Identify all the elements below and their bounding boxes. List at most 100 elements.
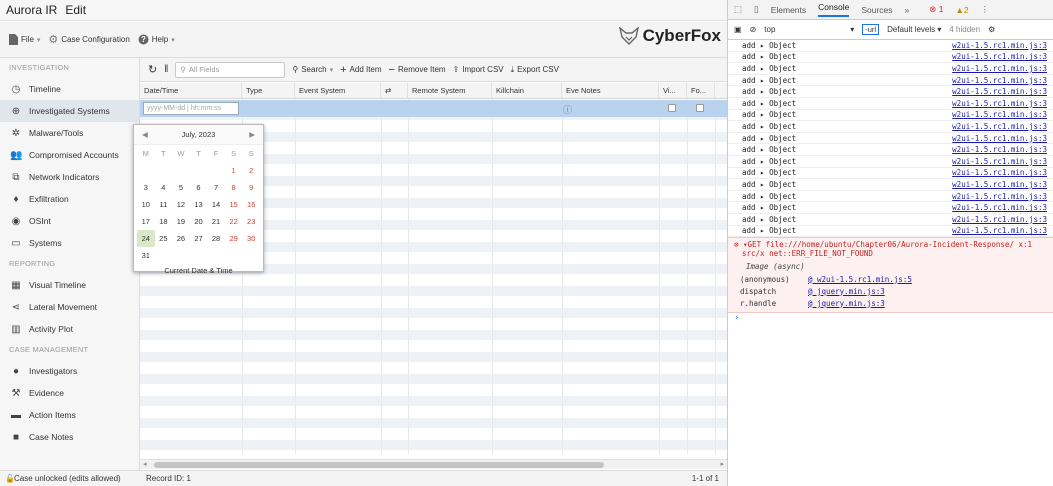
table-row[interactable]: [140, 440, 727, 451]
console-log-row[interactable]: add ▸ Object w2ui-1.5.rc1.min.js:3: [728, 156, 1053, 168]
sidebar-item-visual-timeline[interactable]: ▦ Visual Timeline: [0, 274, 139, 296]
console-log-row[interactable]: add ▸ Object w2ui-1.5.rc1.min.js:3: [728, 86, 1053, 98]
calendar-day[interactable]: 3: [137, 179, 155, 196]
calendar-day[interactable]: 12: [172, 196, 190, 213]
column-killchain[interactable]: Killchain: [492, 83, 562, 99]
calendar-day[interactable]: 27: [190, 230, 208, 247]
calendar-day[interactable]: 2: [242, 162, 260, 179]
log-source-link[interactable]: w2ui-1.5.rc1.min.js:3: [952, 226, 1047, 235]
scroll-left-icon[interactable]: ◂: [143, 460, 147, 468]
calendar-day[interactable]: 22: [225, 213, 243, 230]
sidebar-item-lateral-movement[interactable]: ⋖ Lateral Movement: [0, 296, 139, 318]
calendar-day[interactable]: 23: [242, 213, 260, 230]
log-source-link[interactable]: w2ui-1.5.rc1.min.js:3: [952, 145, 1047, 154]
console-log-row[interactable]: add ▸ Object w2ui-1.5.rc1.min.js:3: [728, 98, 1053, 110]
log-source-link[interactable]: w2ui-1.5.rc1.min.js:3: [952, 99, 1047, 108]
info-icon[interactable]: ⓘ: [563, 103, 572, 116]
export-csv-button[interactable]: ⤓ Export CSV: [511, 65, 559, 75]
date-time-input[interactable]: yyyy-MM-dd | hh:mm:ss: [143, 102, 239, 115]
console-log-row[interactable]: add ▸ Object w2ui-1.5.rc1.min.js:3: [728, 75, 1053, 87]
search-button[interactable]: ⚲ Search ▾: [292, 65, 333, 74]
menu-edit[interactable]: Edit: [65, 3, 86, 17]
next-month-icon[interactable]: ▶: [249, 130, 255, 139]
calendar-day[interactable]: 26: [172, 230, 190, 247]
column-remote-system[interactable]: Remote System: [408, 83, 492, 99]
calendar-day[interactable]: 1: [225, 162, 243, 179]
calendar-day[interactable]: 19: [172, 213, 190, 230]
follow-up-checkbox[interactable]: [696, 104, 704, 112]
console-log-row[interactable]: add ▸ Object w2ui-1.5.rc1.min.js:3: [728, 40, 1053, 52]
log-source-link[interactable]: w2ui-1.5.rc1.min.js:3: [952, 134, 1047, 143]
table-row[interactable]: [140, 297, 727, 308]
table-row[interactable]: [140, 330, 727, 341]
sidebar-item-case-notes[interactable]: ■ Case Notes: [0, 426, 139, 448]
log-source-link[interactable]: w2ui-1.5.rc1.min.js:3: [952, 122, 1047, 131]
column-direction[interactable]: ⇄: [381, 83, 408, 99]
sidebar-item-investigators[interactable]: ● Investigators: [0, 360, 139, 382]
calendar-day[interactable]: 31: [137, 247, 155, 264]
table-row[interactable]: [140, 363, 727, 374]
columns-icon[interactable]: ‖: [164, 64, 168, 75]
calendar-day[interactable]: 18: [155, 213, 173, 230]
console-log-row[interactable]: add ▸ Object w2ui-1.5.rc1.min.js:3: [728, 214, 1053, 226]
calendar-day[interactable]: 30: [242, 230, 260, 247]
add-item-button[interactable]: + Add Item: [340, 64, 381, 76]
device-toolbar-icon[interactable]: ▯: [754, 4, 759, 15]
log-source-link[interactable]: w2ui-1.5.rc1.min.js:3: [952, 110, 1047, 119]
table-row[interactable]: [140, 396, 727, 407]
table-row[interactable]: [140, 418, 727, 429]
stack-source-link[interactable]: @ w2ui-1.5.rc1.min.js:5: [808, 275, 912, 284]
kebab-menu-icon[interactable]: ⋮: [981, 4, 990, 15]
tab-console[interactable]: Console: [818, 2, 850, 17]
tab-elements[interactable]: Elements: [771, 5, 806, 15]
file-menu-button[interactable]: File ▾: [8, 34, 40, 45]
calendar-day[interactable]: 7: [207, 179, 225, 196]
calendar-day[interactable]: 15: [225, 196, 243, 213]
table-row[interactable]: [140, 308, 727, 319]
console-log-row[interactable]: add ▸ Object w2ui-1.5.rc1.min.js:3: [728, 179, 1053, 191]
table-row[interactable]: [140, 385, 727, 396]
calendar-day[interactable]: 24: [137, 230, 155, 247]
log-source-link[interactable]: w2ui-1.5.rc1.min.js:3: [952, 157, 1047, 166]
table-row[interactable]: [140, 319, 727, 330]
console-prompt[interactable]: ›: [728, 313, 1053, 327]
sidebar-item-systems[interactable]: ▭ Systems: [0, 232, 139, 254]
console-log-row[interactable]: add ▸ Object w2ui-1.5.rc1.min.js:3: [728, 121, 1053, 133]
calendar-day[interactable]: 14: [207, 196, 225, 213]
log-source-link[interactable]: w2ui-1.5.rc1.min.js:3: [952, 168, 1047, 177]
console-log-row[interactable]: add ▸ Object w2ui-1.5.rc1.min.js:3: [728, 168, 1053, 180]
sidebar-item-exfiltration[interactable]: ♦ Exfiltration: [0, 188, 139, 210]
calendar-day[interactable]: 17: [137, 213, 155, 230]
log-source-link[interactable]: w2ui-1.5.rc1.min.js:3: [952, 64, 1047, 73]
stack-source-link[interactable]: @ jquery.min.js:3: [808, 299, 885, 308]
console-log-row[interactable]: add ▸ Object w2ui-1.5.rc1.min.js:3: [728, 226, 1053, 238]
table-row[interactable]: [140, 451, 727, 454]
console-log-row[interactable]: add ▸ Object w2ui-1.5.rc1.min.js:3: [728, 191, 1053, 203]
table-row[interactable]: [140, 286, 727, 297]
log-source-link[interactable]: w2ui-1.5.rc1.min.js:3: [952, 215, 1047, 224]
sidebar-item-compromised-accounts[interactable]: 👥 Compromised Accounts: [0, 144, 139, 166]
log-source-link[interactable]: w2ui-1.5.rc1.min.js:3: [952, 180, 1047, 189]
log-levels-select[interactable]: Default levels ▾: [887, 25, 941, 34]
stack-source-link[interactable]: @ jquery.min.js:3: [808, 287, 885, 296]
log-source-link[interactable]: w2ui-1.5.rc1.min.js:3: [952, 87, 1047, 96]
sidebar-item-activity-plot[interactable]: ▥ Activity Plot: [0, 318, 139, 340]
calendar-day[interactable]: 29: [225, 230, 243, 247]
sidebar-item-timeline[interactable]: ◷ Timeline: [0, 78, 139, 100]
calendar-day[interactable]: 25: [155, 230, 173, 247]
sidebar-item-malware-tools[interactable]: ✲ Malware/Tools: [0, 122, 139, 144]
calendar-day[interactable]: 13: [190, 196, 208, 213]
log-source-link[interactable]: w2ui-1.5.rc1.min.js:3: [952, 52, 1047, 61]
table-row[interactable]: [140, 429, 727, 440]
previous-month-icon[interactable]: ◀: [142, 130, 148, 139]
table-row[interactable]: [140, 374, 727, 385]
calendar-day[interactable]: 9: [242, 179, 260, 196]
calendar-day[interactable]: 10: [137, 196, 155, 213]
sidebar-item-network-indicators[interactable]: ⧉ Network Indicators: [0, 166, 139, 188]
reload-icon[interactable]: ↻: [148, 63, 157, 76]
tab-sources[interactable]: Sources: [861, 5, 892, 15]
calendar-day[interactable]: 21: [207, 213, 225, 230]
sidebar-item-action-items[interactable]: ▬ Action Items: [0, 404, 139, 426]
console-log-row[interactable]: add ▸ Object w2ui-1.5.rc1.min.js:3: [728, 52, 1053, 64]
column-event-system[interactable]: Event System: [295, 83, 381, 99]
